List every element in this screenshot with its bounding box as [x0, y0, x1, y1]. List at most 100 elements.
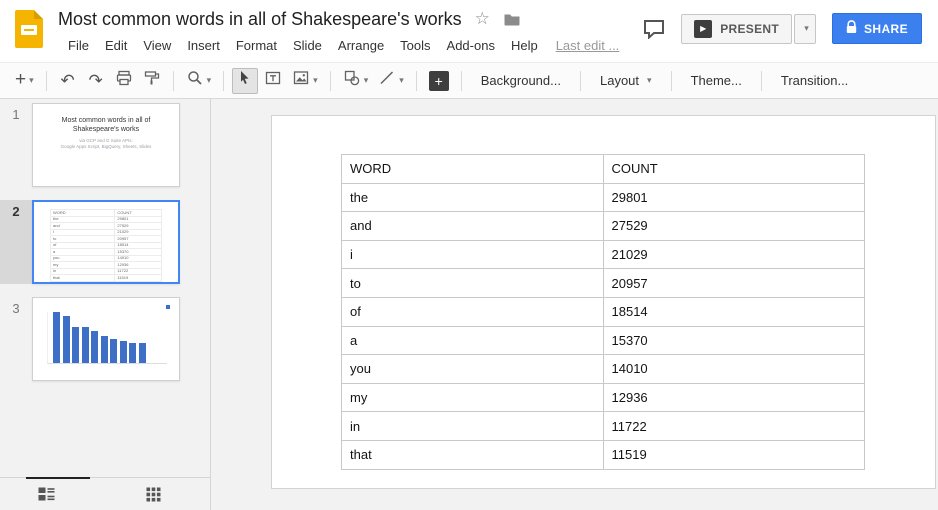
table-cell[interactable]: 14010	[603, 355, 865, 384]
menu-file[interactable]: File	[60, 35, 97, 56]
grid-view-icon	[146, 489, 161, 506]
star-icon[interactable]: ☆	[475, 10, 490, 27]
background-button[interactable]: Background...	[469, 68, 573, 94]
transition-button[interactable]: Transition...	[769, 68, 860, 94]
insert-image-button[interactable]: ▾	[288, 68, 322, 94]
line-tool-button[interactable]: ▾	[374, 68, 408, 94]
toolbar-separator	[761, 71, 762, 91]
document-title[interactable]: Most common words in all of Shakespeare'…	[58, 9, 462, 30]
table-row: the29801	[342, 183, 865, 212]
new-slide-button[interactable]: + ▾	[11, 68, 38, 94]
table-cell[interactable]: that	[342, 440, 604, 469]
word-count-table[interactable]: WORD COUNT the29801and27529i21029to20957…	[341, 154, 865, 470]
chevron-down-icon: ▾	[29, 76, 34, 85]
chevron-down-icon: ▾	[647, 76, 652, 85]
slide-2-thumbnail[interactable]: WORD COUNT the29801and27529i21029to20957…	[32, 200, 180, 284]
filmstrip-view-button[interactable]	[38, 487, 55, 506]
toolbar: + ▾ ↶ ↷ ▾	[0, 62, 938, 99]
folder-icon[interactable]	[503, 12, 521, 27]
shape-tool-button[interactable]: ▾	[339, 68, 373, 94]
table-cell[interactable]: my	[342, 383, 604, 412]
table-cell[interactable]: to	[342, 269, 604, 298]
table-cell[interactable]: and	[342, 212, 604, 241]
menu-bar: File Edit View Insert Format Slide Arran…	[60, 35, 619, 56]
table-cell[interactable]: 21029	[603, 240, 865, 269]
chart-bar	[101, 336, 108, 363]
undo-icon: ↶	[61, 72, 75, 89]
menu-slide[interactable]: Slide	[285, 35, 330, 56]
undo-button[interactable]: ↶	[55, 68, 81, 94]
table-row: i21029	[342, 240, 865, 269]
table-cell[interactable]: 11519	[603, 440, 865, 469]
table-cell[interactable]: 20957	[603, 269, 865, 298]
text-box-icon	[264, 69, 282, 92]
theme-button[interactable]: Theme...	[679, 68, 754, 94]
slide-thumbnail-row-2[interactable]: 2 WORD COUNT the29801and27529i21029to209…	[0, 200, 210, 284]
table-cell[interactable]: a	[342, 326, 604, 355]
menu-insert[interactable]: Insert	[179, 35, 228, 56]
toolbar-separator	[580, 71, 581, 91]
slide-1-thumbnail[interactable]: Most common words in all of Shakespeare'…	[32, 103, 180, 187]
table-cell[interactable]: 11722	[603, 412, 865, 441]
chart-bar	[139, 343, 146, 363]
redo-button[interactable]: ↷	[83, 68, 109, 94]
slides-logo[interactable]	[15, 10, 43, 48]
menu-edit[interactable]: Edit	[97, 35, 135, 56]
table-cell[interactable]: i	[342, 240, 604, 269]
table-cell: 11519	[115, 275, 162, 282]
table-row: to20957	[342, 269, 865, 298]
editor-canvas: WORD COUNT the29801and27529i21029to20957…	[211, 99, 938, 510]
menu-view[interactable]: View	[135, 35, 179, 56]
grid-view-button[interactable]	[146, 487, 161, 507]
chart-legend-dot	[166, 305, 170, 309]
menu-help[interactable]: Help	[503, 35, 546, 56]
last-edit-link[interactable]: Last edit ...	[556, 38, 620, 53]
chevron-down-icon: ▾	[399, 76, 404, 85]
slide-thumbnail-row-3[interactable]: 3	[0, 297, 210, 381]
table-row: in11722	[342, 412, 865, 441]
select-tool-button[interactable]	[232, 68, 258, 94]
present-options-button[interactable]: ▾	[794, 14, 816, 44]
table-row: my12936	[342, 383, 865, 412]
menu-tools[interactable]: Tools	[392, 35, 438, 56]
table-cell[interactable]: 15370	[603, 326, 865, 355]
insert-comment-button[interactable]: +	[425, 68, 453, 94]
slide-3-thumbnail[interactable]	[32, 297, 180, 381]
table-cell[interactable]: you	[342, 355, 604, 384]
content-area: 1 Most common words in all of Shakespear…	[0, 99, 938, 510]
chart-bar	[63, 316, 70, 363]
print-button[interactable]	[111, 68, 137, 94]
paint-format-button[interactable]	[139, 68, 165, 94]
table-cell[interactable]: 29801	[603, 183, 865, 212]
header-actions: ▶ PRESENT ▾ SHARE	[643, 13, 922, 44]
menu-arrange[interactable]: Arrange	[330, 35, 392, 56]
layout-label: Layout	[600, 73, 639, 88]
plus-icon: +	[15, 70, 26, 89]
table-cell[interactable]: in	[342, 412, 604, 441]
share-button[interactable]: SHARE	[832, 13, 922, 44]
menu-format[interactable]: Format	[228, 35, 285, 56]
slides-logo-fold	[34, 10, 43, 19]
lock-icon	[846, 20, 857, 37]
present-button[interactable]: ▶ PRESENT	[681, 14, 792, 44]
comments-button[interactable]	[643, 19, 665, 39]
table-cell[interactable]: 27529	[603, 212, 865, 241]
layout-button[interactable]: Layout ▾	[588, 68, 664, 94]
slide-thumbnail-row-1[interactable]: 1 Most common words in all of Shakespear…	[0, 103, 210, 187]
filmstrip-view-icon	[38, 488, 55, 505]
toolbar-separator	[173, 71, 174, 91]
table-cell[interactable]: 18514	[603, 297, 865, 326]
current-slide[interactable]: WORD COUNT the29801and27529i21029to20957…	[271, 115, 936, 489]
table-cell[interactable]: of	[342, 297, 604, 326]
column-header-word[interactable]: WORD	[342, 155, 604, 184]
table-cell[interactable]: the	[342, 183, 604, 212]
present-button-group: ▶ PRESENT ▾	[681, 14, 816, 44]
zoom-button[interactable]: ▾	[182, 68, 216, 94]
text-box-button[interactable]	[260, 68, 286, 94]
chart-bar	[72, 327, 79, 363]
menu-add-ons[interactable]: Add-ons	[439, 35, 503, 56]
column-header-count[interactable]: COUNT	[603, 155, 865, 184]
slide-3-number: 3	[0, 297, 32, 381]
table-cell[interactable]: 12936	[603, 383, 865, 412]
table-row: that11519	[51, 275, 162, 282]
